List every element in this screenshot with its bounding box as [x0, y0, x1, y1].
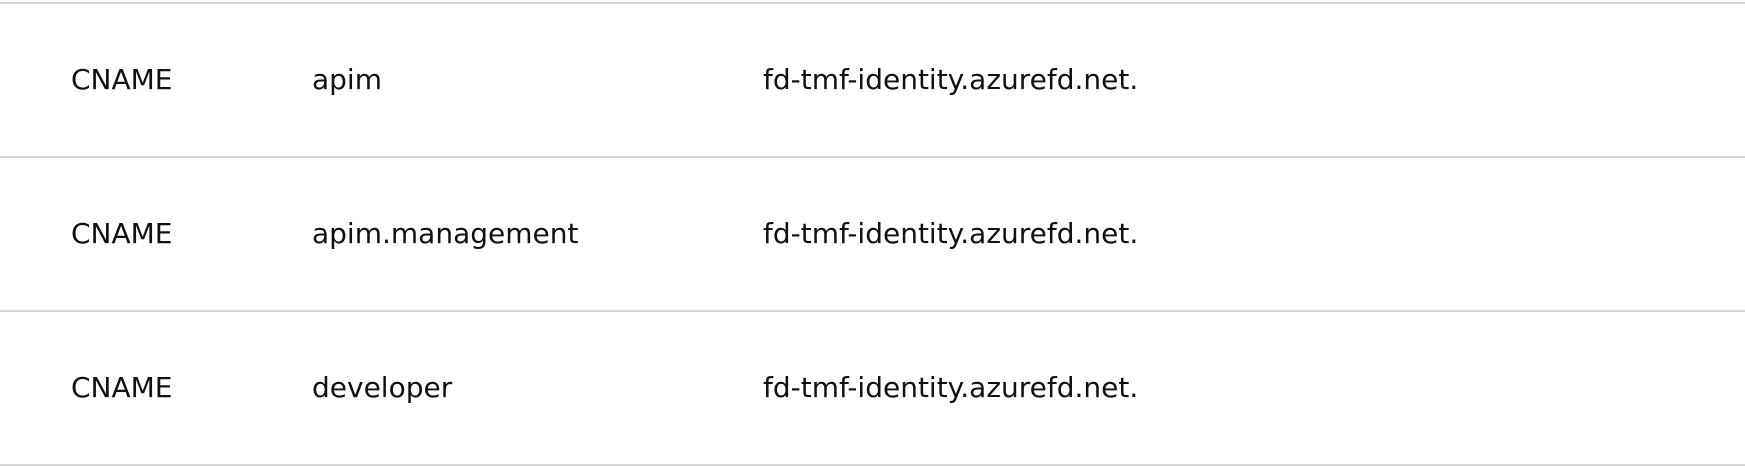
record-type: CNAME — [71, 217, 173, 250]
record-value: fd-tmf-identity.azurefd.net. — [763, 371, 1139, 404]
record-type: CNAME — [71, 371, 173, 404]
record-value: fd-tmf-identity.azurefd.net. — [763, 217, 1139, 250]
dns-records-table: CNAME apim fd-tmf-identity.azurefd.net. … — [0, 0, 1745, 468]
table-row: CNAME apim fd-tmf-identity.azurefd.net. — [0, 4, 1745, 158]
record-name: apim — [312, 63, 382, 96]
table-row: CNAME apim.management fd-tmf-identity.az… — [0, 158, 1745, 312]
record-name: apim.management — [312, 217, 579, 250]
record-type: CNAME — [71, 63, 173, 96]
table-row: CNAME developer fd-tmf-identity.azurefd.… — [0, 312, 1745, 466]
record-name: developer — [312, 371, 453, 404]
record-value: fd-tmf-identity.azurefd.net. — [763, 63, 1139, 96]
